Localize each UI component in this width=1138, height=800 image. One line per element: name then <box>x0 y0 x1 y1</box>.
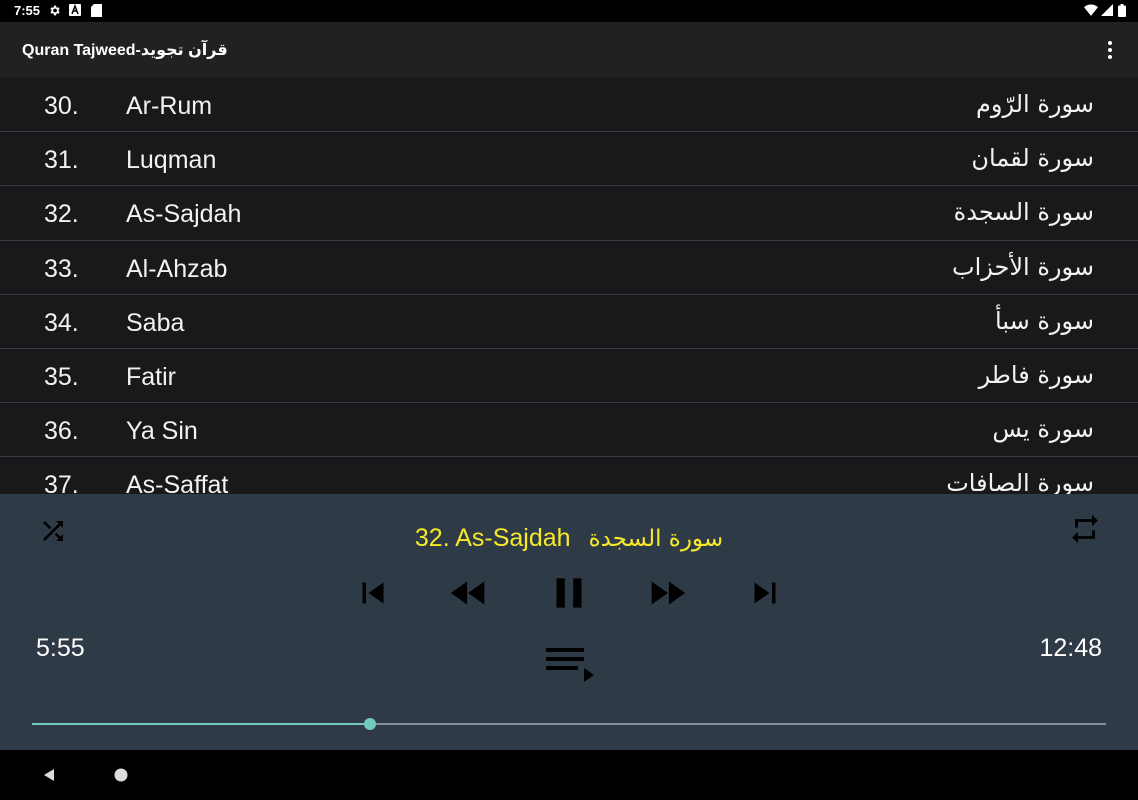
surah-arabic-name: سورة لقمان <box>971 144 1094 173</box>
more-vert-icon[interactable] <box>1098 38 1122 62</box>
surah-number: 33. <box>44 254 79 283</box>
surah-number: 35. <box>44 362 79 391</box>
list-item[interactable]: 35. Fatir سورة فاطر <box>0 349 1138 404</box>
battery-icon <box>1118 4 1126 17</box>
skip-next-icon[interactable] <box>744 572 786 614</box>
surah-number: 34. <box>44 308 79 337</box>
navigation-bar <box>0 750 1138 800</box>
rewind-icon[interactable] <box>446 570 492 616</box>
surah-number: 32. <box>44 200 79 229</box>
elapsed-time: 5:55 <box>36 634 85 662</box>
app-title: Quran Tajweed-قرآن تجويد <box>22 42 228 59</box>
surah-number: 31. <box>44 146 79 175</box>
now-playing: 32. As-Sajdah سورة السجدة <box>0 524 1138 553</box>
a-badge-icon <box>69 4 81 16</box>
pause-icon[interactable] <box>544 568 594 618</box>
home-icon[interactable] <box>114 768 128 782</box>
surah-arabic-name: سورة الأحزاب <box>952 252 1094 281</box>
list-item[interactable]: 31. Luqman سورة لقمان <box>0 132 1138 187</box>
list-item[interactable]: 32. As-Sajdah سورة السجدة <box>0 186 1138 241</box>
surah-arabic-name: سورة الصافات <box>946 469 1094 494</box>
seek-bar[interactable] <box>32 718 1106 730</box>
surah-name: Al-Ahzab <box>126 254 228 283</box>
now-playing-arabic: سورة السجدة <box>588 526 724 552</box>
back-icon[interactable] <box>42 768 56 782</box>
surah-name: Saba <box>126 308 185 337</box>
surah-name: Luqman <box>126 146 217 175</box>
seek-bar-thumb[interactable] <box>364 718 377 730</box>
surah-name: Fatir <box>126 362 176 391</box>
status-bar: 7:55 <box>0 0 1138 22</box>
surah-arabic-name: سورة سبأ <box>995 306 1094 335</box>
list-item[interactable]: 33. Al-Ahzab سورة الأحزاب <box>0 241 1138 295</box>
surah-name: As-Saffat <box>126 471 229 494</box>
total-duration: 12:48 <box>1039 634 1102 662</box>
surah-list[interactable]: 30. Ar-Rum سورة الرّوم 31. Luqman سورة ل… <box>0 78 1138 494</box>
now-playing-title: 32. As-Sajdah <box>414 524 571 552</box>
fast-forward-icon[interactable] <box>644 570 690 616</box>
surah-name: Ya Sin <box>126 417 198 446</box>
list-item[interactable]: 30. Ar-Rum سورة الرّوم <box>0 78 1138 133</box>
surah-arabic-name: سورة فاطر <box>978 360 1094 389</box>
playlist-icon[interactable] <box>544 642 594 682</box>
surah-name: Ar-Rum <box>126 92 213 120</box>
list-item[interactable]: 34. Saba سورة سبأ <box>0 295 1138 349</box>
sd-card-icon <box>91 4 102 17</box>
status-time: 7:55 <box>14 3 41 18</box>
wifi-icon <box>1084 4 1098 16</box>
app-bar: Quran Tajweed-قرآن تجويد <box>0 22 1138 78</box>
list-item[interactable]: 36. Ya Sin سورة يس <box>0 403 1138 458</box>
signal-icon <box>1101 4 1113 16</box>
list-item[interactable]: 37. As-Saffat سورة الصافات <box>0 457 1138 494</box>
seek-bar-progress <box>32 723 371 725</box>
surah-arabic-name: سورة الرّوم <box>976 90 1094 118</box>
audio-player: 32. As-Sajdah سورة السجدة 5:55 12:48 <box>0 494 1138 750</box>
gear-icon <box>50 5 60 16</box>
surah-number: 37. <box>44 471 79 494</box>
surah-arabic-name: سورة يس <box>992 415 1094 444</box>
skip-previous-icon[interactable] <box>352 572 394 614</box>
surah-arabic-name: سورة السجدة <box>953 198 1094 227</box>
surah-name: As-Sajdah <box>126 200 242 229</box>
surah-number: 36. <box>44 417 79 446</box>
surah-number: 30. <box>44 92 79 120</box>
